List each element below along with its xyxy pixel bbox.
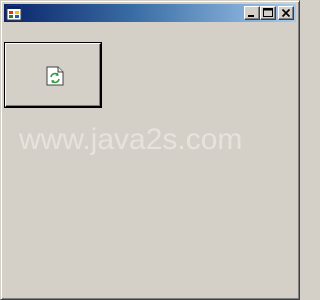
close-button[interactable] <box>278 6 294 20</box>
close-icon <box>281 8 291 18</box>
app-icon[interactable] <box>6 5 22 21</box>
app-window: www.java2s.com <box>0 0 300 300</box>
maximize-icon <box>263 8 273 17</box>
title-bar[interactable] <box>4 4 296 22</box>
maximize-button[interactable] <box>260 6 276 20</box>
refresh-document-icon <box>46 66 64 86</box>
watermark-text: www.java2s.com <box>19 123 243 156</box>
client-area: www.java2s.com <box>4 23 296 296</box>
refresh-document-button[interactable] <box>5 43 101 107</box>
minimize-icon <box>248 15 254 17</box>
minimize-button[interactable] <box>244 6 260 20</box>
